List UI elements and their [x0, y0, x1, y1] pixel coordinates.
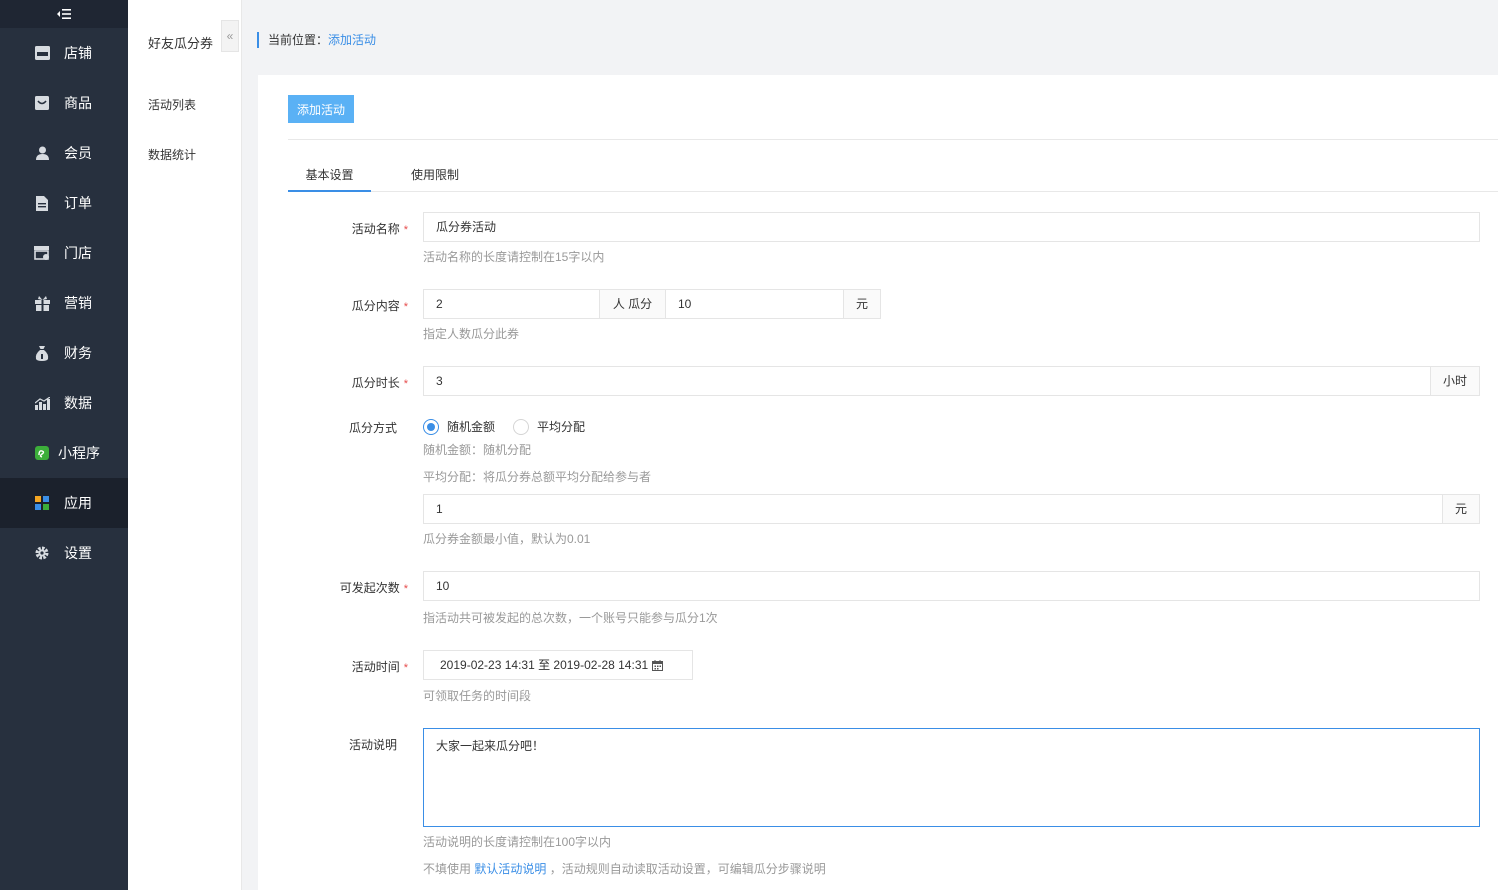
activity-time-label: 活动时间 * [351, 660, 408, 674]
activity-desc-textarea[interactable]: 大家一起来瓜分吧！ [423, 728, 1480, 827]
list-collapse-icon [57, 9, 71, 19]
calendar-icon [652, 659, 664, 671]
required-mark: * [403, 378, 408, 390]
activity-name-label: 活动名称 * [351, 222, 408, 236]
required-mark: * [403, 301, 408, 313]
shop-icon [34, 45, 50, 61]
goods-icon [34, 95, 50, 111]
min-amount-help: 瓜分券金额最小值，默认为0.01 [423, 532, 591, 546]
radio-random-amount[interactable]: 随机金额 [423, 418, 495, 435]
tab-bar: 基本设置 使用限制 [288, 159, 1498, 192]
sidebar-item-goods[interactable]: 商品 [0, 78, 128, 128]
sidebar-item-label: 小程序 [58, 445, 100, 461]
sidebar-collapse-button[interactable] [0, 0, 128, 28]
gift-icon [34, 295, 50, 311]
split-duration-input[interactable]: 3 [423, 366, 1431, 396]
amount-unit-addon: 元 [843, 289, 881, 319]
main-sidebar: 店铺 商品 会员 订单 门店 营销 财务 数据 小程序 应用 设置 [0, 0, 128, 890]
sidebar-item-finance[interactable]: 财务 [0, 328, 128, 378]
sidebar-item-label: 营销 [64, 295, 92, 311]
min-amount-unit-addon: 元 [1442, 494, 1480, 524]
gear-icon [34, 545, 50, 561]
breadcrumb-prefix: 当前位置： [268, 33, 329, 47]
people-count-input[interactable]: 2 [423, 289, 600, 319]
default-desc-link[interactable]: 默认活动说明 [474, 862, 546, 876]
sidebar-item-marketing[interactable]: 营销 [0, 278, 128, 328]
activity-time-help: 可领取任务的时间段 [423, 689, 532, 703]
activity-desc-help: 活动说明的长度请控制在100字以内 [423, 835, 612, 849]
user-icon [34, 145, 50, 161]
add-activity-button[interactable]: 添加活动 [288, 95, 354, 123]
radio-checked-icon [423, 418, 439, 435]
sidebar-item-settings[interactable]: 设置 [0, 528, 128, 578]
launch-times-input[interactable]: 10 [423, 571, 1480, 601]
mini-program-icon [34, 445, 50, 461]
random-amount-help: 随机金额：随机分配 [423, 443, 532, 457]
sidebar-item-data[interactable]: 数据 [0, 378, 128, 428]
breadcrumb: 当前位置：添加活动 [257, 32, 376, 48]
activity-desc-label: 活动说明 [348, 738, 397, 752]
activity-desc-default-help: 不填使用 默认活动说明 ，活动规则自动读取活动设置，可编辑瓜分步骤说明 [423, 862, 826, 876]
activity-time-value: 2019-02-23 14:31 至 2019-02-28 14:31 [440, 658, 649, 672]
tab-usage-limits[interactable]: 使用限制 [400, 159, 470, 192]
hours-unit-addon: 小时 [1430, 366, 1480, 396]
split-method-label: 瓜分方式 [348, 421, 397, 435]
split-content-label: 瓜分内容 * [351, 299, 408, 313]
required-mark: * [403, 583, 408, 595]
sidebar-item-order[interactable]: 订单 [0, 178, 128, 228]
average-split-help: 平均分配：将瓜分券总额平均分配给参与者 [423, 470, 652, 484]
sidebar-item-label: 会员 [64, 145, 92, 161]
activity-name-input[interactable]: 瓜分券活动 [423, 212, 1480, 242]
divider [288, 139, 1498, 140]
bar-chart-icon [34, 395, 50, 411]
split-duration-label: 瓜分时长 * [351, 376, 408, 390]
sidebar-item-shop[interactable]: 店铺 [0, 28, 128, 78]
people-unit-addon: 人 瓜分 [599, 289, 666, 319]
store-icon [34, 245, 50, 261]
money-bag-icon [34, 345, 50, 361]
breadcrumb-current[interactable]: 添加活动 [328, 33, 376, 47]
radio-unchecked-icon [513, 418, 529, 435]
launch-times-help: 指活动共可被发起的总次数，一个账号只能参与瓜分1次 [423, 611, 718, 625]
required-mark: * [403, 224, 408, 236]
sidebar-item-member[interactable]: 会员 [0, 128, 128, 178]
sidebar-item-store[interactable]: 门店 [0, 228, 128, 278]
launch-times-label: 可发起次数 * [339, 581, 408, 595]
min-amount-input[interactable]: 1 [423, 494, 1443, 524]
sidebar-item-label: 订单 [64, 195, 92, 211]
activity-time-range-picker[interactable]: 2019-02-23 14:31 至 2019-02-28 14:31 [423, 650, 693, 680]
required-mark: * [403, 662, 408, 674]
sidebar-item-label: 门店 [64, 245, 92, 261]
sidebar-item-label: 商品 [64, 95, 92, 111]
activity-name-help: 活动名称的长度请控制在15字以内 [423, 250, 605, 264]
submenu-item-statistics[interactable]: 数据统计 [128, 130, 241, 180]
submenu-collapse-toggle[interactable]: « [221, 20, 239, 52]
order-icon [34, 195, 50, 211]
sidebar-item-label: 设置 [64, 545, 92, 561]
secondary-menu: 好友瓜分券 活动列表 数据统计 « [128, 0, 242, 890]
split-content-help: 指定人数瓜分此券 [423, 327, 520, 341]
sidebar-item-label: 应用 [64, 495, 92, 511]
sidebar-item-apps[interactable]: 应用 [0, 478, 128, 528]
sidebar-item-label: 数据 [64, 395, 92, 411]
sidebar-item-label: 店铺 [64, 45, 92, 61]
sidebar-item-label: 财务 [64, 345, 92, 361]
split-amount-input[interactable]: 10 [665, 289, 844, 319]
tab-basic-settings[interactable]: 基本设置 [288, 159, 371, 192]
apps-icon [34, 495, 50, 511]
submenu-item-activity-list[interactable]: 活动列表 [128, 80, 241, 130]
main-panel: 添加活动 基本设置 使用限制 活动名称 * 瓜分券活动 活动名称的长度请控制在15… [258, 75, 1498, 890]
sidebar-item-mini-program[interactable]: 小程序 [0, 428, 128, 478]
radio-average-split[interactable]: 平均分配 [513, 418, 585, 435]
